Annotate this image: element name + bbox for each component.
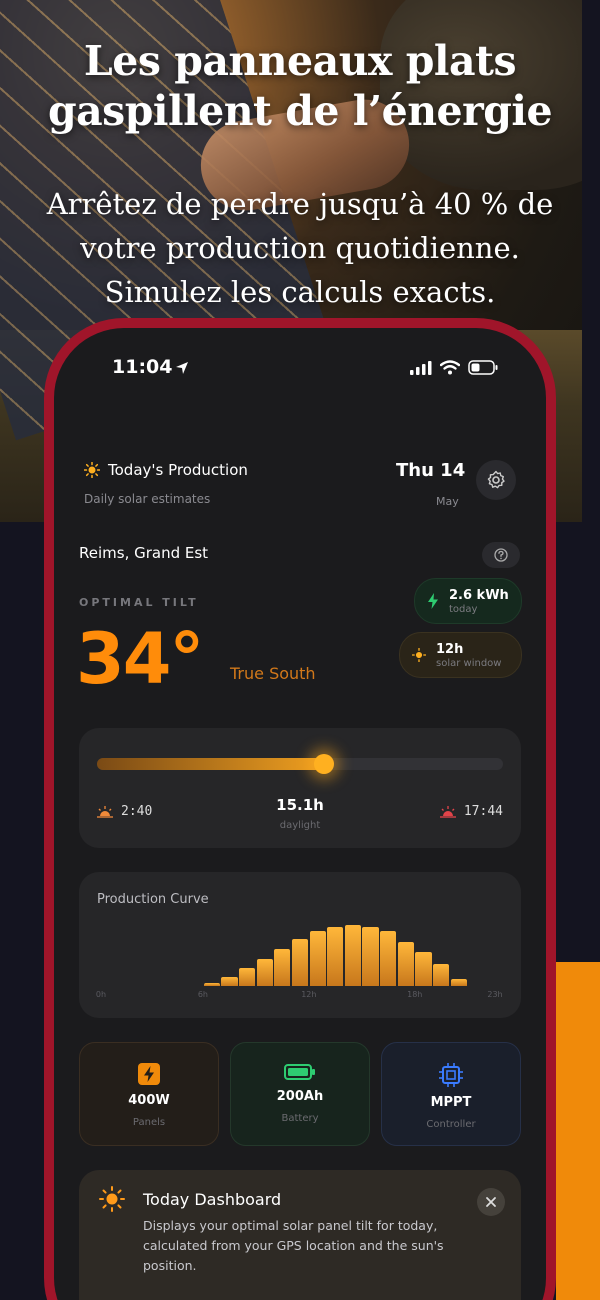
production-bar-13h: [327, 926, 344, 986]
battery-status-icon: [468, 360, 498, 375]
wifi-icon: [440, 360, 460, 375]
sun-info-icon: [99, 1186, 125, 1212]
panels-label: Panels: [132, 1117, 166, 1128]
production-bar-10h: [274, 949, 291, 986]
production-bar-19h: [433, 963, 450, 986]
panels-value: 400W: [128, 1093, 170, 1108]
production-bar-18h: [415, 951, 432, 986]
dashboard-info-card: Today Dashboard Displays your optimal so…: [79, 1170, 521, 1300]
daylight-label: daylight: [279, 820, 321, 831]
dashboard-title: Today Dashboard: [143, 1190, 282, 1209]
sun-progress-track: [97, 754, 503, 774]
orange-accent-strip: [556, 962, 600, 1300]
location-label: Reims, Grand Est: [79, 544, 209, 562]
sunset-time: 17:44: [439, 804, 503, 819]
hero-headline: Les panneaux plats gaspillent de l’énerg…: [47, 37, 553, 135]
status-bar: 11:04: [54, 354, 546, 384]
solar-window-pill: 12h solar window: [399, 632, 522, 678]
controller-spec-card[interactable]: MPPT Controller: [381, 1042, 521, 1146]
header-title: Today's Production: [84, 461, 248, 479]
close-icon: [486, 1197, 496, 1207]
controller-value: MPPT: [430, 1095, 472, 1110]
production-curve-card: Production Curve 0h 6h 12h 18h 23h: [79, 872, 521, 1018]
hero-subheadline: Arrêtez de perdre jusqu’à 40 % de votre …: [46, 187, 554, 309]
chart-title: Production Curve: [97, 892, 209, 907]
lightning-panel-icon: [138, 1063, 160, 1085]
production-bar-16h: [380, 931, 397, 986]
production-bar-20h: [450, 978, 467, 986]
energy-label: today: [449, 603, 478, 615]
controller-label: Controller: [426, 1119, 476, 1130]
optimal-tilt-label: OPTIMAL TILT: [79, 596, 199, 609]
production-bar-17h: [397, 941, 415, 986]
x-tick-label: 12h: [301, 990, 317, 999]
date-month: May: [436, 495, 459, 508]
solar-window-label: solar window: [436, 657, 502, 669]
production-bar-9h: [256, 959, 273, 986]
chart-x-axis: 0h 6h 12h 18h 23h: [95, 990, 503, 1002]
x-tick-label: 18h: [407, 990, 423, 999]
x-tick-label: 23h: [487, 990, 503, 999]
battery-spec-card[interactable]: 200Ah Battery: [230, 1042, 370, 1146]
energy-value: 2.6 kWh: [449, 587, 509, 603]
question-icon: [494, 548, 508, 562]
production-bar-14h: [344, 925, 362, 986]
battery-value: 200Ah: [276, 1089, 324, 1104]
signal-icon: [410, 360, 432, 375]
production-bar-8h: [238, 968, 256, 986]
sun-icon: [84, 462, 100, 478]
sun-small-icon: [412, 648, 426, 662]
sun-path-card: 2:40 15.1h daylight 17:44: [79, 728, 521, 848]
solar-window-value: 12h: [436, 641, 464, 657]
bolt-icon: [428, 593, 438, 609]
dashboard-description: Displays your optimal solar panel tilt f…: [143, 1218, 444, 1273]
production-bar-11h: [291, 938, 309, 986]
settings-button[interactable]: [476, 460, 516, 500]
energy-today-pill: 2.6 kWh today: [414, 578, 522, 624]
sun-progress-fill: [97, 758, 325, 770]
production-bars: [97, 912, 503, 986]
tilt-direction: True South: [230, 664, 316, 683]
gear-icon: [487, 470, 505, 489]
location-arrow-icon: [176, 362, 188, 374]
panels-spec-card[interactable]: 400W Panels: [79, 1042, 219, 1146]
production-bar-15h: [362, 926, 379, 986]
phone-screen: 11:04 Today's Production Daily solar est…: [54, 328, 546, 1300]
production-bar-6h: [203, 983, 220, 986]
sunset-icon: [439, 805, 456, 818]
optimal-tilt-value: 34°: [76, 618, 204, 700]
production-bar-7h: [221, 977, 238, 986]
battery-icon: [284, 1064, 315, 1080]
x-tick-label: 0h: [95, 990, 107, 999]
close-button[interactable]: [477, 1188, 505, 1216]
sun-position-knob[interactable]: [314, 754, 335, 774]
phone-frame: 11:04 Today's Production Daily solar est…: [44, 318, 556, 1300]
help-button[interactable]: [482, 542, 520, 568]
production-bar-12h: [309, 931, 326, 986]
header-subtitle: Daily solar estimates: [84, 492, 211, 506]
date-day: Thu 14: [396, 460, 466, 481]
status-time: 11:04: [112, 356, 173, 378]
chip-icon: [439, 1063, 463, 1087]
battery-label: Battery: [281, 1113, 319, 1124]
x-tick-label: 6h: [197, 990, 208, 999]
